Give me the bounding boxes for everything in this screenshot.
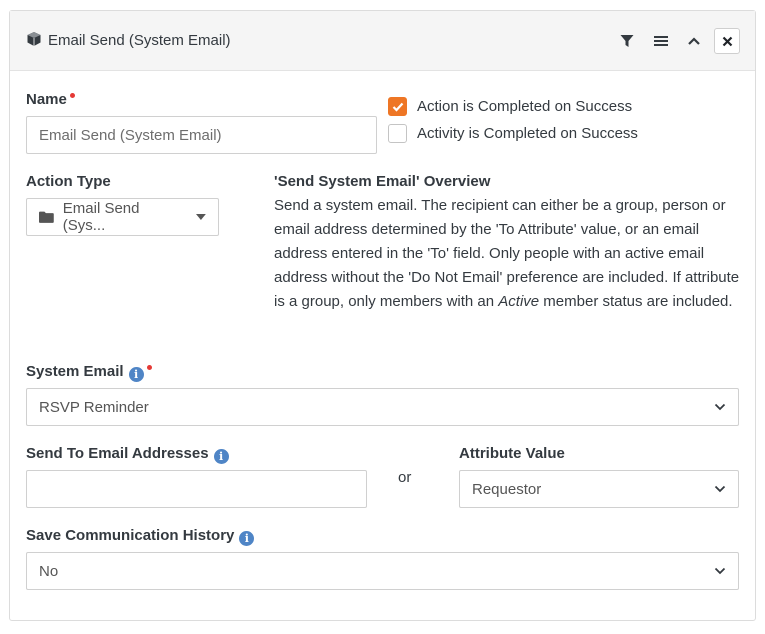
- attribute-value-select[interactable]: Requestor: [459, 470, 739, 508]
- filter-button[interactable]: [615, 29, 639, 53]
- required-indicator: [146, 365, 152, 370]
- name-label: Name: [26, 91, 75, 108]
- checkmark-icon: [392, 102, 403, 112]
- action-type-label: Action Type: [26, 173, 111, 190]
- activity-completed-label: Activity is Completed on Success: [417, 125, 638, 142]
- action-completed-label: Action is Completed on Success: [417, 98, 633, 115]
- send-to-email-input[interactable]: [26, 470, 367, 508]
- system-email-select[interactable]: RSVP Reminder: [26, 388, 739, 426]
- attribute-value-label: Attribute Value: [459, 445, 565, 462]
- panel-header: Email Send (System Email): [10, 11, 755, 71]
- close-button[interactable]: [714, 28, 740, 54]
- system-email-label: System Email i: [26, 363, 152, 382]
- overview-emphasis: Active: [498, 293, 540, 310]
- collapse-button[interactable]: [682, 29, 706, 53]
- checkbox-unchecked[interactable]: [388, 124, 407, 143]
- name-input[interactable]: Email Send (System Email): [26, 116, 377, 154]
- info-icon[interactable]: i: [213, 449, 229, 464]
- action-completed-checkbox[interactable]: Action is Completed on Success: [388, 97, 632, 116]
- overview-title: 'Send System Email' Overview: [274, 173, 491, 190]
- cube-icon: [27, 32, 41, 46]
- info-icon[interactable]: i: [239, 531, 255, 546]
- close-icon: [722, 36, 732, 46]
- caret-down-icon: [196, 214, 207, 220]
- folder-icon: [39, 211, 54, 223]
- overview-description: Send a system email. The recipient can e…: [274, 197, 740, 310]
- chevron-up-icon: [688, 37, 700, 45]
- panel-title: Email Send (System Email): [48, 32, 231, 49]
- action-type-picker[interactable]: Email Send (Sys...: [26, 198, 219, 236]
- menu-button[interactable]: [649, 29, 673, 53]
- required-indicator: [69, 93, 75, 98]
- info-icon[interactable]: i: [128, 367, 144, 382]
- attribute-value-value: Requestor: [472, 480, 542, 498]
- save-history-label: Save Communication History i: [26, 527, 255, 546]
- save-history-value: No: [39, 562, 59, 580]
- save-history-select[interactable]: No: [26, 552, 739, 590]
- workflow-action-panel: Email Send (System Email) Name Email Sen…: [9, 10, 756, 621]
- send-to-label: Send To Email Addresses i: [26, 445, 229, 464]
- action-type-value: Email Send (Sys...: [62, 200, 140, 234]
- chevron-down-icon: [714, 567, 726, 575]
- chevron-down-icon: [714, 485, 726, 493]
- system-email-value: RSVP Reminder: [39, 398, 149, 416]
- activity-completed-checkbox[interactable]: Activity is Completed on Success: [388, 124, 638, 143]
- menu-icon: [654, 36, 668, 46]
- checkbox-checked[interactable]: [388, 97, 407, 116]
- or-separator: or: [398, 469, 412, 486]
- filter-icon: [620, 35, 634, 47]
- chevron-down-icon: [714, 403, 726, 411]
